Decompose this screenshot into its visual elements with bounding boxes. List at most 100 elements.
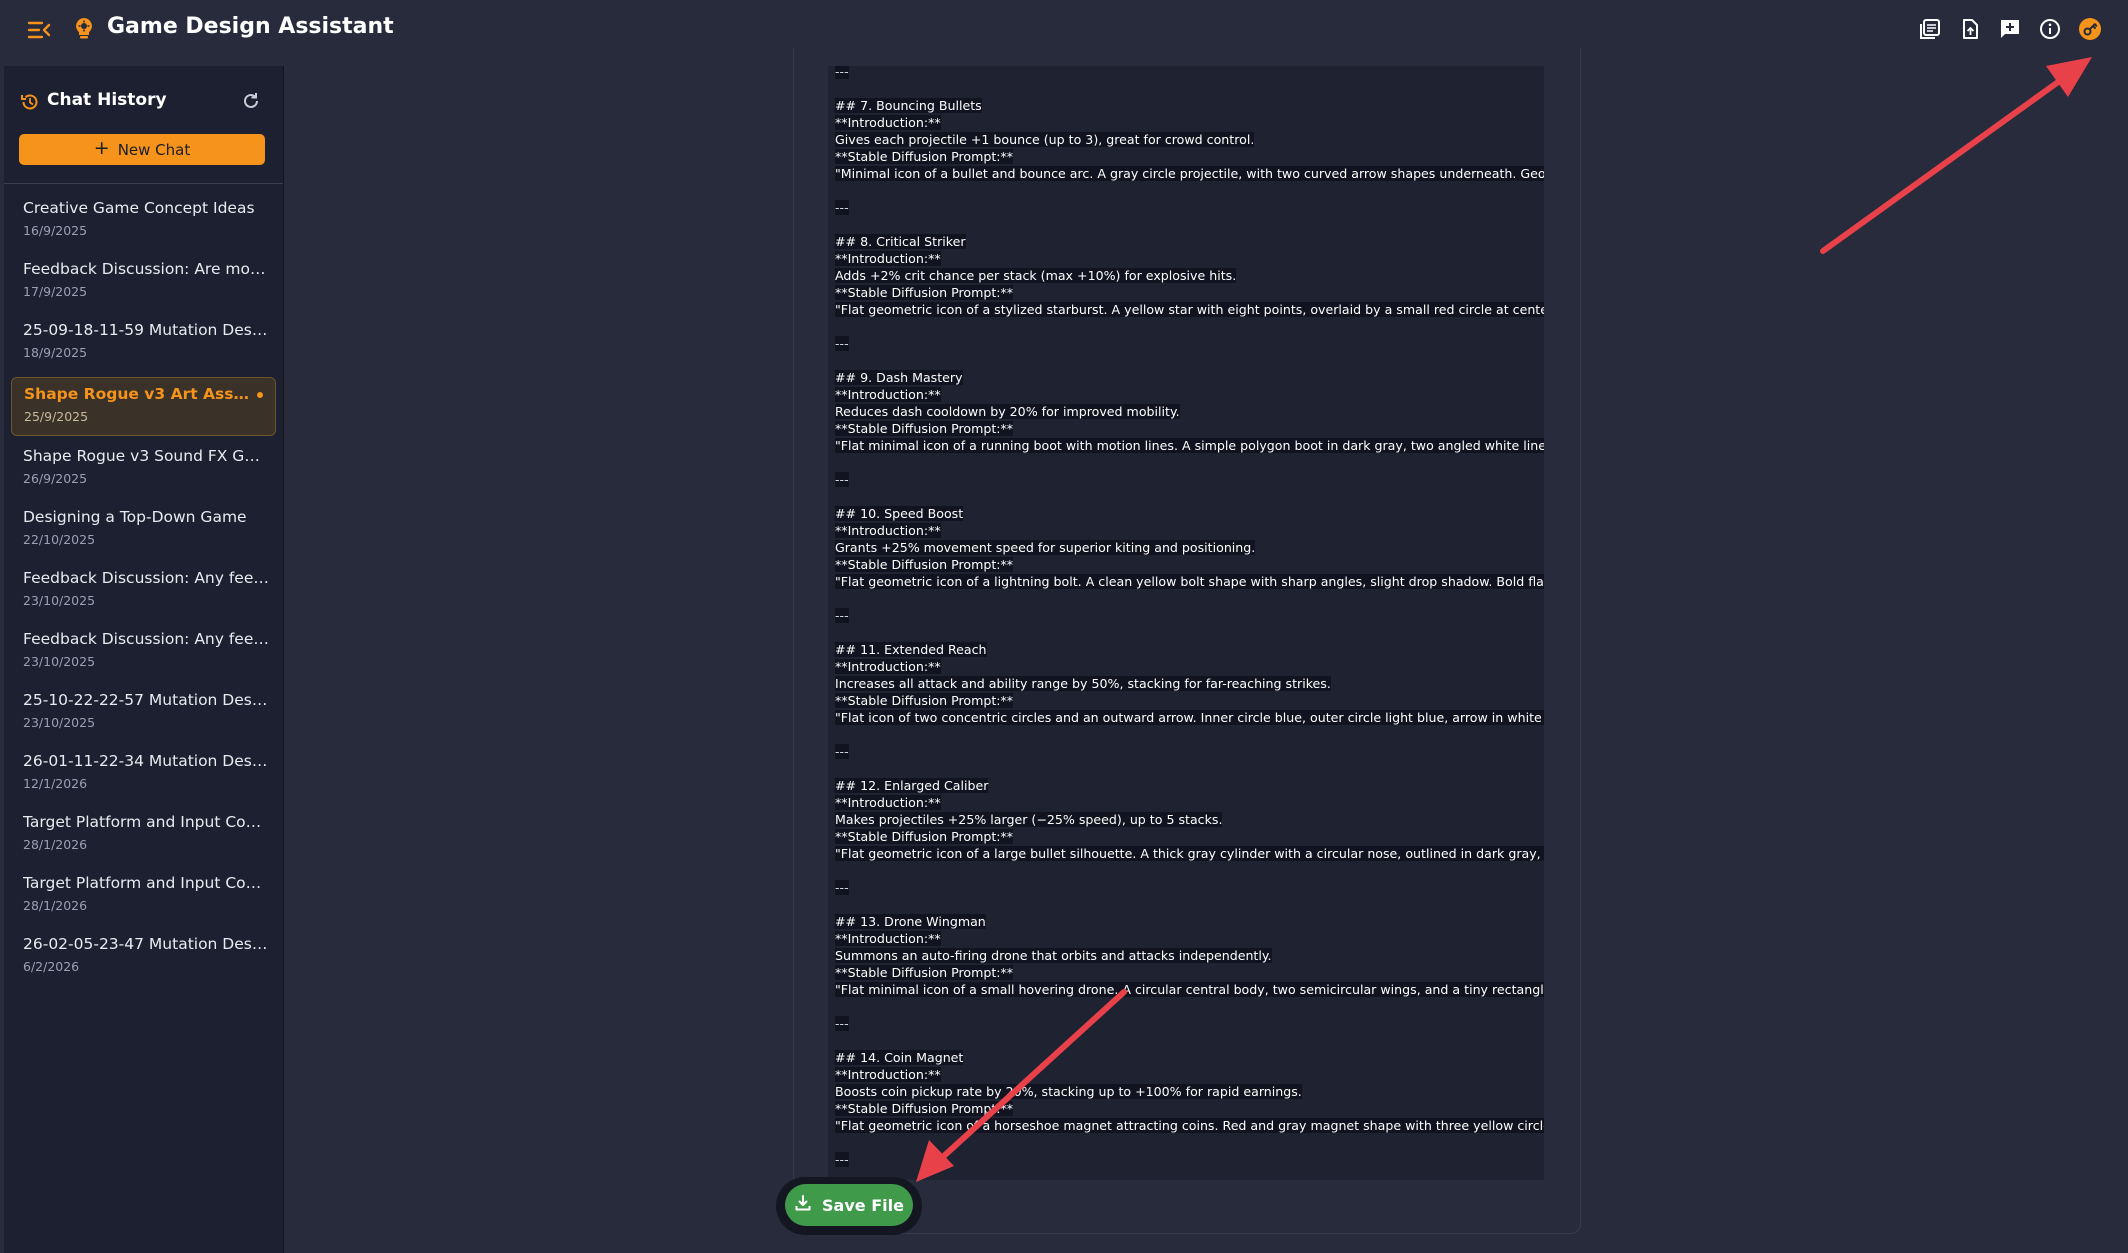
chat-item-date: 22/10/2025: [23, 532, 96, 547]
document-line-text: "Flat geometric icon of a large bullet s…: [835, 846, 1544, 861]
document-line-text: **Stable Diffusion Prompt:**: [835, 965, 1014, 980]
document-line-text: "Flat minimal icon of a running boot wit…: [835, 438, 1544, 453]
document-line: "Flat minimal icon of a small hovering d…: [835, 981, 1544, 998]
chat-item-active[interactable]: Shape Rogue v3 Art Asset Gui... 25/9/202…: [11, 377, 276, 436]
document-line-text: "Flat geometric icon of a lightning bolt…: [835, 574, 1544, 589]
chat-item[interactable]: Feedback Discussion: Are most ... 17/9/2…: [4, 253, 283, 314]
chat-item-date: 23/10/2025: [23, 715, 96, 730]
library-icon[interactable]: [1916, 15, 1944, 43]
document-line: "Flat geometric icon of a lightning bolt…: [835, 573, 1544, 590]
document-line-text: **Stable Diffusion Prompt:**: [835, 149, 1014, 164]
chat-item-title: Shape Rogue v3 Sound FX Guide: [23, 447, 269, 465]
document-line: **Introduction:**: [835, 794, 1544, 811]
chat-item[interactable]: 25-10-22-22-57 Mutation Design 23/10/202…: [4, 684, 283, 745]
chat-item-date: 28/1/2026: [23, 837, 88, 852]
document-viewer[interactable]: --- ## 7. Bouncing Bullets **Introduction:…: [828, 66, 1544, 1180]
separator-line: ---: [835, 199, 1544, 216]
document-line-text: "Flat icon of two concentric circles and…: [835, 710, 1544, 725]
info-icon[interactable]: [2036, 15, 2064, 43]
chat-item-title: Shape Rogue v3 Art Asset Gui...: [24, 385, 252, 403]
chat-item[interactable]: Target Platform and Input Contr... 28/1/…: [4, 806, 283, 867]
document-line-text: "Flat geometric icon of a horseshoe magn…: [835, 1118, 1544, 1133]
chat-item[interactable]: Target Platform and Input Contr... 28/1/…: [4, 867, 283, 928]
lightbulb-logo-icon: [70, 15, 98, 43]
document-line: ## 13. Drone Wingman: [835, 913, 1544, 930]
history-icon: [20, 92, 40, 112]
document-line: **Stable Diffusion Prompt:**: [835, 284, 1544, 301]
chat-item[interactable]: Creative Game Concept Ideas 16/9/2025: [4, 192, 283, 253]
document-line-text: ---: [835, 66, 849, 79]
document-line: ## 9. Dash Mastery: [835, 369, 1544, 386]
chat-item-title: Feedback Discussion: Are most ...: [23, 260, 269, 278]
chat-item-title: Target Platform and Input Contr...: [23, 874, 269, 892]
document-line-text: ---: [835, 1016, 849, 1031]
chat-item[interactable]: Feedback Discussion: Any feed... 23/10/2…: [4, 623, 283, 684]
separator-line: ---: [835, 879, 1544, 896]
document-line: **Introduction:**: [835, 930, 1544, 947]
app-title: Game Design Assistant: [107, 14, 394, 39]
sidebar-header: Chat History + New Chat: [4, 66, 283, 184]
document-line: **Stable Diffusion Prompt:**: [835, 556, 1544, 573]
chat-history-sidebar: Chat History + New Chat Creative Game Co…: [4, 66, 284, 1253]
document-line: **Introduction:**: [835, 386, 1544, 403]
chat-item[interactable]: 26-02-05-23-47 Mutation Desig... 6/2/202…: [4, 928, 283, 989]
document-line: ## 10. Speed Boost: [835, 505, 1544, 522]
chat-item[interactable]: Shape Rogue v3 Sound FX Guide 26/9/2025: [4, 440, 283, 501]
download-icon: [794, 1194, 812, 1216]
save-file-button[interactable]: Save File: [785, 1184, 913, 1226]
chat-item-date: 23/10/2025: [23, 654, 96, 669]
chat-item[interactable]: 26-01-11-22-34 Mutation Design 12/1/2026: [4, 745, 283, 806]
chat-item-title: 25-09-18-11-59 Mutation Design: [23, 321, 269, 339]
document-line: Adds +2% crit chance per stack (max +10%…: [835, 267, 1544, 284]
separator-line: ---: [835, 1015, 1544, 1032]
document-line: **Introduction:**: [835, 250, 1544, 267]
chat-item[interactable]: Designing a Top-Down Game 22/10/2025: [4, 501, 283, 562]
chat-list: Creative Game Concept Ideas 16/9/2025 Fe…: [4, 192, 283, 989]
document-line: **Stable Diffusion Prompt:**: [835, 964, 1544, 981]
export-file-icon[interactable]: [1956, 15, 1984, 43]
document-line: **Stable Diffusion Prompt:**: [835, 828, 1544, 845]
document-line: Gives each projectile +1 bounce (up to 3…: [835, 131, 1544, 148]
chat-item[interactable]: Feedback Discussion: Any feed... 23/10/2…: [4, 562, 283, 623]
document-line: ## 11. Extended Reach: [835, 641, 1544, 658]
add-comment-icon[interactable]: [1996, 15, 2024, 43]
document-line: **Stable Diffusion Prompt:**: [835, 1100, 1544, 1117]
separator-line: ---: [835, 335, 1544, 352]
annotation-arrow-top: [1820, 57, 2092, 254]
document-line-text: ---: [835, 472, 849, 487]
document-line-text: Reduces dash cooldown by 20% for improve…: [835, 404, 1180, 419]
chat-item-date: 23/10/2025: [23, 593, 96, 608]
chat-item-date: 25/9/2025: [24, 409, 89, 424]
new-chat-label: New Chat: [117, 140, 191, 159]
document-line-text: ---: [835, 608, 849, 623]
document-line: **Stable Diffusion Prompt:**: [835, 148, 1544, 165]
document-line-text: Increases all attack and ability range b…: [835, 676, 1331, 691]
document-line-text: Grants +25% movement speed for superior …: [835, 540, 1256, 555]
document-line-text: ## 14. Coin Magnet: [835, 1050, 964, 1065]
document-line-text: ## 13. Drone Wingman: [835, 914, 986, 929]
chat-item-title: 26-02-05-23-47 Mutation Desig...: [23, 935, 269, 953]
document-line-text: ## 7. Bouncing Bullets: [835, 98, 982, 113]
document-line: "Minimal icon of a bullet and bounce arc…: [835, 165, 1544, 182]
document-line: "Flat minimal icon of a running boot wit…: [835, 437, 1544, 454]
document-line-text: ---: [835, 744, 849, 759]
menu-collapse-icon[interactable]: [26, 18, 54, 42]
document-line-text: **Introduction:**: [835, 115, 941, 130]
settings-key-icon[interactable]: [2076, 15, 2104, 43]
chat-item-date: 18/9/2025: [23, 345, 88, 360]
plus-icon: +: [93, 137, 110, 159]
new-chat-button[interactable]: + New Chat: [19, 134, 265, 165]
document-line-text: **Stable Diffusion Prompt:**: [835, 421, 1014, 436]
separator-line: ---: [835, 607, 1544, 624]
refresh-icon[interactable]: [241, 91, 261, 111]
chat-item[interactable]: 25-09-18-11-59 Mutation Design 18/9/2025: [4, 314, 283, 375]
